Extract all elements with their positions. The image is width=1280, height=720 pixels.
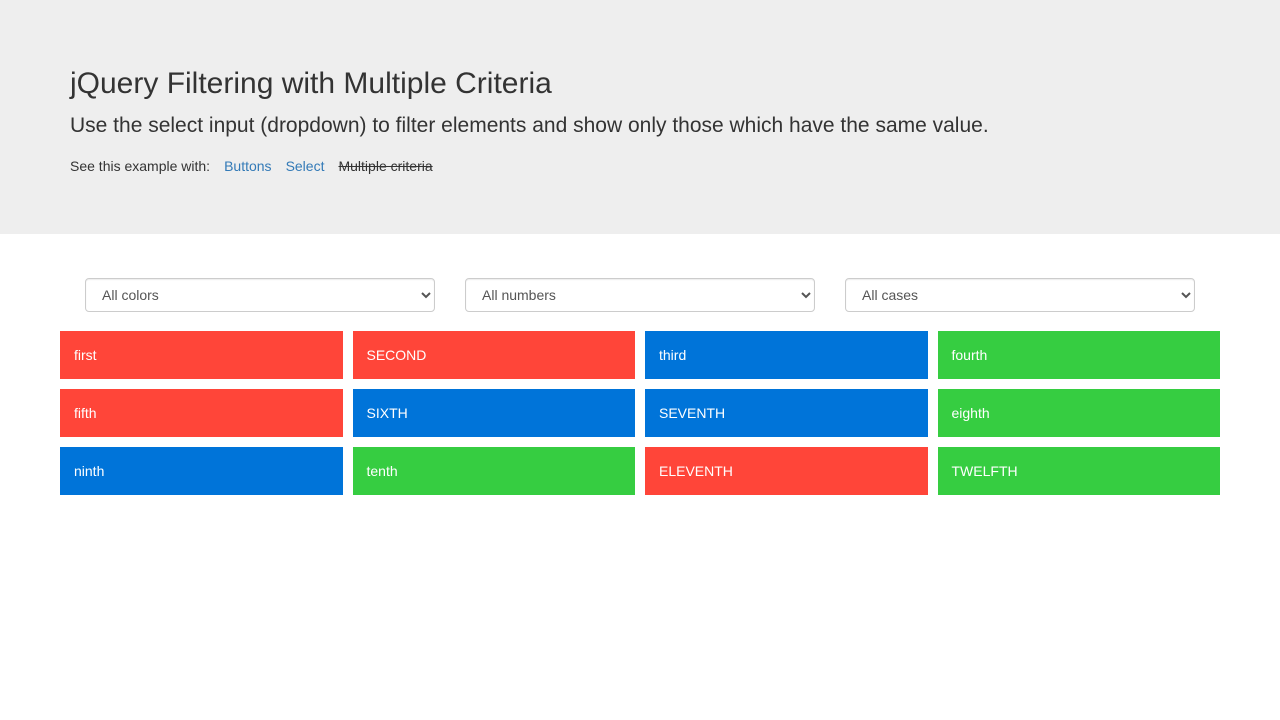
item-box-twelfth: TWELFTH xyxy=(937,447,1220,495)
item-box-eighth: eighth xyxy=(937,389,1220,437)
item-box-fifth: fifth xyxy=(60,389,343,437)
examples-nav: See this example with: Buttons Select Mu… xyxy=(70,157,433,175)
header-jumbotron: jQuery Filtering with Multiple Criteria … xyxy=(0,0,1280,234)
buttons-example-link[interactable]: Buttons xyxy=(224,157,271,175)
item-box-sixth: SIXTH xyxy=(352,389,635,437)
item-box-tenth: tenth xyxy=(352,447,635,495)
item-box-ninth: ninth xyxy=(60,447,343,495)
item-box-fourth: fourth xyxy=(937,331,1220,379)
item-box-first: first xyxy=(60,331,343,379)
filtered-items-grid: first SECOND third fourth fifth SIXTH SE… xyxy=(60,331,1220,495)
page-lead: Use the select input (dropdown) to filte… xyxy=(70,114,989,137)
case-filter-select[interactable]: All cases xyxy=(845,278,1195,312)
select-example-link[interactable]: Select xyxy=(286,157,325,175)
item-box-second: SECOND xyxy=(352,331,635,379)
number-filter-select[interactable]: All numbers xyxy=(465,278,815,312)
multiple-criteria-current: Multiple criteria xyxy=(338,158,433,174)
item-box-seventh: SEVENTH xyxy=(645,389,928,437)
examples-label: See this example with: xyxy=(70,158,211,174)
color-filter-select[interactable]: All colors xyxy=(85,278,435,312)
filter-bar: All colors All numbers All cases xyxy=(0,278,1280,312)
item-box-third: third xyxy=(645,331,928,379)
page-title: jQuery Filtering with Multiple Criteria xyxy=(70,67,552,100)
item-box-eleventh: ELEVENTH xyxy=(645,447,928,495)
